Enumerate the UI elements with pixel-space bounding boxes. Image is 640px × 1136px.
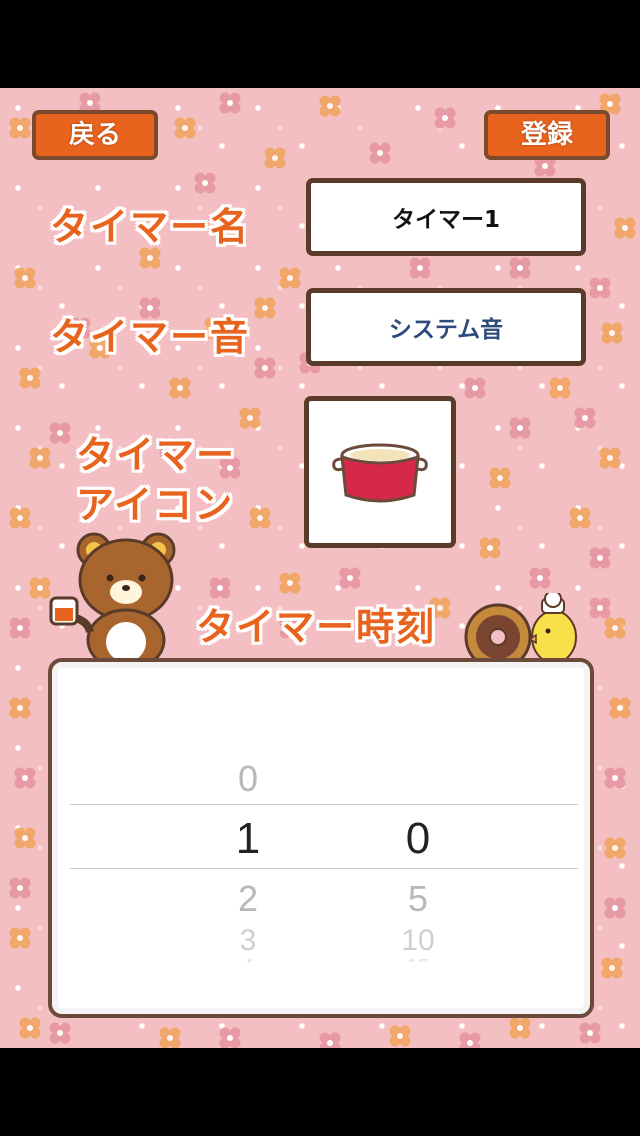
back-button[interactable]: 戻る bbox=[32, 110, 158, 160]
picker-selection-top-line bbox=[70, 804, 578, 805]
register-button[interactable]: 登録 bbox=[484, 110, 610, 160]
picker-hour-option[interactable]: 4 bbox=[198, 956, 298, 962]
picker-hour-option[interactable]: 0 bbox=[198, 758, 298, 800]
bear-illustration bbox=[49, 532, 176, 678]
timer-settings-screen: 戻る 登録 タイマー名 タイマー1 タイマー音 システム音 タイマー アイコン bbox=[0, 88, 640, 1048]
picker-selection-bottom-line bbox=[70, 868, 578, 869]
bottom-bar bbox=[0, 1048, 640, 1136]
timer-icon-label-line1: タイマー bbox=[76, 433, 237, 477]
timer-name-field[interactable]: タイマー1 bbox=[306, 178, 586, 256]
timer-sound-value: システム音 bbox=[388, 317, 504, 343]
picker-hour-option[interactable]: 2 bbox=[198, 878, 298, 920]
picker-minute-option[interactable]: 15 bbox=[368, 956, 468, 962]
picker-minute-selected[interactable]: 0 bbox=[368, 814, 468, 864]
picker-minute-option[interactable]: 10 bbox=[368, 924, 468, 952]
timer-time-label: タイマー時刻 bbox=[196, 605, 437, 649]
picker-hour-selected[interactable]: 1 bbox=[198, 814, 298, 864]
timer-icon-label-line2: アイコン bbox=[76, 483, 235, 527]
timer-name-label: タイマー名 bbox=[50, 205, 251, 249]
timer-sound-field[interactable]: システム音 bbox=[306, 288, 586, 366]
picker-minute-option[interactable]: 5 bbox=[368, 878, 468, 920]
picker-hour-option[interactable]: 3 bbox=[198, 924, 298, 952]
timer-icon-field[interactable] bbox=[304, 396, 456, 548]
timer-sound-label: タイマー音 bbox=[50, 315, 251, 359]
timer-name-value: タイマー1 bbox=[391, 207, 500, 233]
pot-icon bbox=[332, 443, 428, 503]
time-picker[interactable]: 0 1 2 3 4 0 5 10 15 bbox=[48, 658, 594, 1018]
status-bar bbox=[0, 0, 640, 88]
